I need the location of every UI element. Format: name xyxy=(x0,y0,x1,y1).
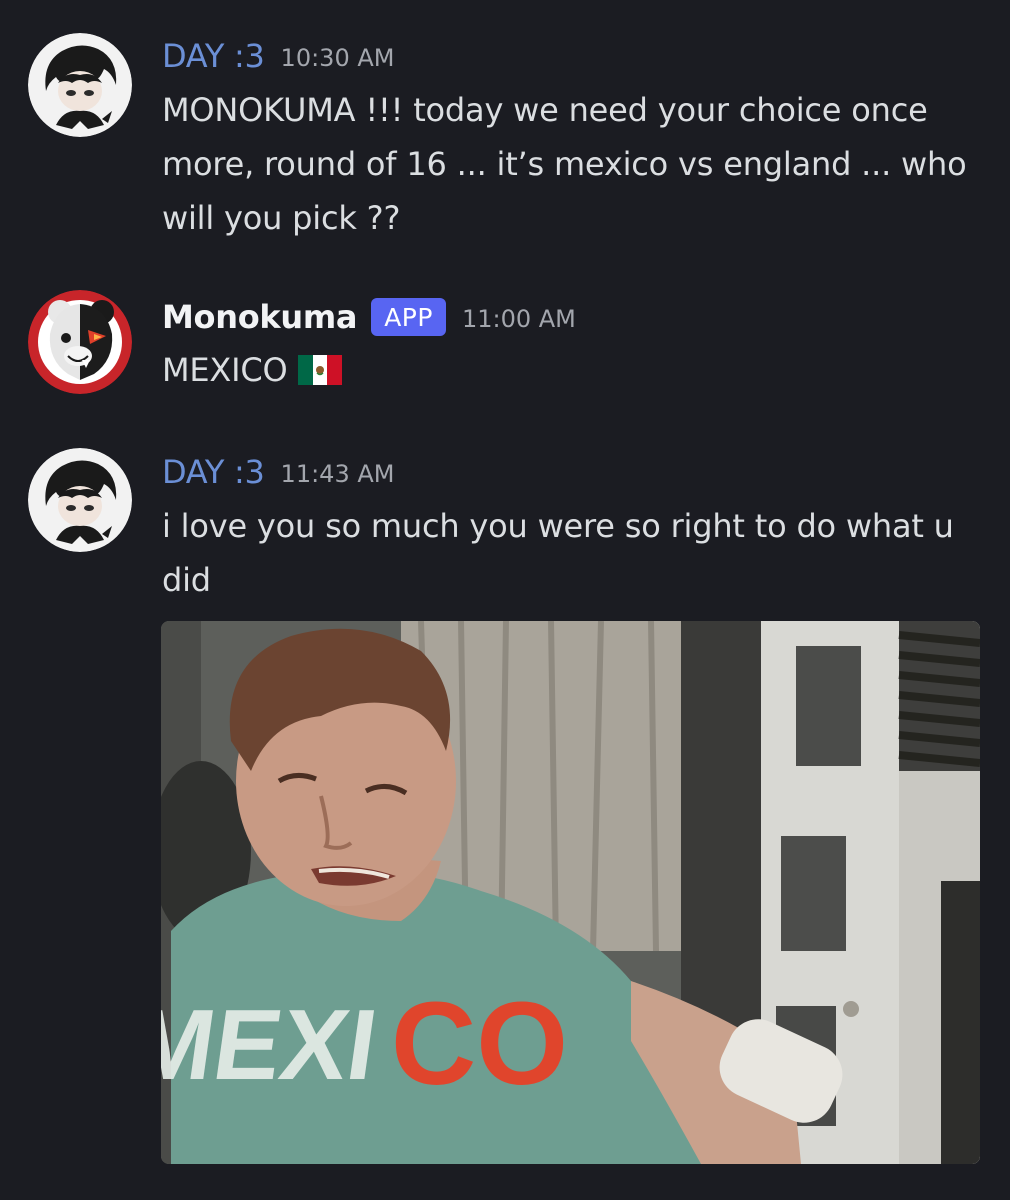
message-body: MEXICO xyxy=(162,343,992,401)
avatar-day[interactable] xyxy=(28,33,132,137)
shirt-text-mexi: MEXI xyxy=(161,989,384,1100)
message-header: DAY :3 11:43 AM xyxy=(162,450,394,494)
timestamp[interactable]: 10:30 AM xyxy=(281,40,395,72)
gif-attachment[interactable]: MEXI CO xyxy=(161,621,980,1164)
mexico-flag-icon xyxy=(297,347,342,401)
timestamp[interactable]: 11:43 AM xyxy=(281,456,395,488)
username[interactable]: Monokuma xyxy=(162,298,358,336)
app-badge: APP xyxy=(371,298,446,336)
message-header: DAY :3 10:30 AM xyxy=(162,34,394,78)
username[interactable]: DAY :3 xyxy=(162,453,265,491)
timestamp[interactable]: 11:00 AM xyxy=(462,301,576,333)
avatar-day[interactable] xyxy=(28,448,132,552)
message-text: MEXICO xyxy=(162,351,288,389)
message-text: i love you so much you were so right to … xyxy=(162,507,954,599)
chat-messages: DAY :3 10:30 AM MONOKUMA !!! today we ne… xyxy=(0,0,1010,1200)
shirt-text-co: CO xyxy=(391,978,568,1110)
message-text: MONOKUMA !!! today we need your choice o… xyxy=(162,91,967,237)
message-header: Monokuma APP 11:00 AM xyxy=(162,295,576,339)
username[interactable]: DAY :3 xyxy=(162,37,265,75)
avatar-monokuma[interactable] xyxy=(28,290,132,394)
